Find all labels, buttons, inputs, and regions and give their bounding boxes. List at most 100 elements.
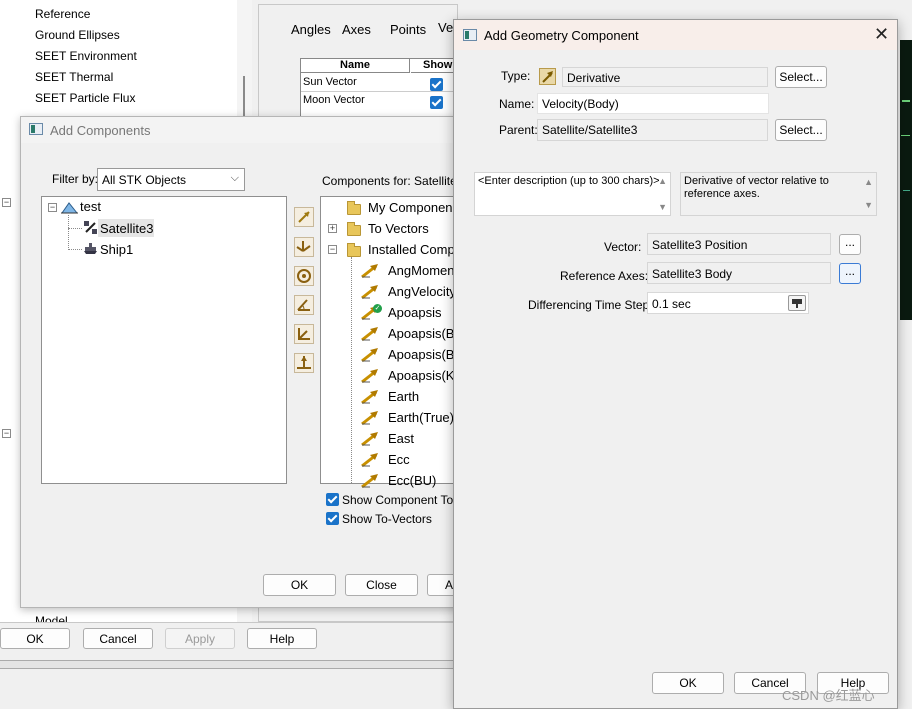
show-tooltips-label[interactable]: Show Component Tooltips (342, 493, 454, 507)
vector-list-item[interactable]: AngMomen (351, 262, 460, 281)
plane-filter-button[interactable] (294, 324, 314, 344)
bg-tree-item-4[interactable]: SEET Particle Flux (35, 91, 135, 105)
folder-to-vectors[interactable]: To Vectors (368, 221, 429, 236)
parent-label: Parent: (499, 123, 538, 137)
derivative-icon (539, 68, 556, 85)
description-placeholder: <Enter description (up to 300 chars)> (478, 175, 660, 187)
table-row[interactable]: Moon Vector (303, 94, 365, 106)
name-input[interactable]: Velocity(Body) (537, 93, 769, 114)
bg-tree-item-0[interactable]: Reference (35, 7, 90, 21)
vector-list-item[interactable]: East (351, 430, 460, 449)
tab-vectors[interactable]: Ve (438, 20, 453, 35)
scroll-up-icon[interactable]: ▲ (658, 176, 667, 186)
vector-list-item[interactable]: Apoapsis(K (351, 367, 460, 386)
vector-list-item[interactable]: AngVelocity (351, 283, 460, 302)
filter-select[interactable]: All STK Objects ⌵ (97, 168, 245, 191)
vector-icon (360, 368, 382, 384)
reference-axes-label: Reference Axes: (560, 269, 649, 283)
scroll-down-icon[interactable]: ▼ (864, 199, 873, 212)
bg-tree-item-1[interactable]: Ground Ellipses (35, 28, 120, 42)
angle-filter-button[interactable] (294, 295, 314, 315)
bg-cancel-button[interactable]: Cancel (83, 628, 153, 649)
vector-item-label: Apoapsis(B (388, 326, 455, 341)
ac-ok-button[interactable]: OK (263, 574, 336, 596)
description-input[interactable]: <Enter description (up to 300 chars)> ▲ … (474, 172, 671, 216)
show-checkbox[interactable] (430, 96, 443, 109)
table-row[interactable]: Sun Vector (303, 76, 357, 88)
axes-browse-button[interactable]: ... (839, 263, 861, 284)
col-name-header[interactable]: Name (301, 59, 410, 73)
ship-icon (83, 241, 98, 256)
watermark: CSDN @红蓝心 (782, 688, 875, 703)
folder-installed-components[interactable]: Installed Comp (368, 242, 455, 257)
bg-ok-button[interactable]: OK (0, 628, 70, 649)
type-field: Derivative (562, 67, 768, 87)
vector-list-item[interactable]: Apoapsis(B (351, 325, 460, 344)
geom-ok-button[interactable]: OK (652, 672, 724, 694)
scenario-icon (61, 201, 79, 214)
type-select-button[interactable]: Select... (775, 66, 827, 88)
vector-item-label: AngMomen (388, 263, 455, 278)
satellite-icon (83, 220, 98, 235)
vector-list-item[interactable]: ✓ Apoapsis (351, 304, 460, 323)
add-components-title: Add Components (50, 123, 151, 138)
bg-tree-item-3[interactable]: SEET Thermal (35, 70, 113, 84)
tree-item-satellite3[interactable]: Satellite3 (100, 221, 153, 236)
expand-icon[interactable]: + (328, 224, 337, 233)
vector-item-label: Apoapsis(K (388, 368, 455, 383)
time-step-input[interactable]: 0.1 sec (647, 292, 809, 314)
bg-apply-button[interactable]: Apply (165, 628, 235, 649)
description-info: Derivative of vector relative to referen… (680, 172, 877, 216)
folder-my-components[interactable]: My Componen (368, 200, 453, 215)
bg-expand-icon[interactable]: − (2, 198, 11, 207)
tree-root-label[interactable]: test (80, 199, 101, 214)
bg-tree-item-2[interactable]: SEET Environment (35, 49, 137, 63)
vector-browse-button[interactable]: ... (839, 234, 861, 255)
unit-picker-icon[interactable] (788, 295, 806, 311)
tab-points[interactable]: Points (390, 22, 426, 37)
bg-map-strip (900, 40, 912, 320)
close-icon[interactable]: ✕ (874, 24, 889, 45)
vector-item-label: Earth (388, 389, 420, 404)
add-components-titlebar[interactable]: Add Components (21, 117, 459, 143)
scroll-up-icon[interactable]: ▲ (864, 176, 873, 189)
scroll-down-icon[interactable]: ▼ (658, 202, 667, 212)
show-tovectors-checkbox[interactable] (326, 512, 339, 525)
vector-list-item[interactable]: Ecc (351, 451, 460, 470)
vector-item-label: Apoapsis(B (388, 347, 455, 362)
vector-list-item[interactable]: Ecc(BU) (351, 472, 460, 491)
vector-item-label: Earth(True) (388, 410, 454, 425)
folder-icon (347, 243, 361, 257)
vector-list-item[interactable]: Earth(True) (351, 409, 460, 428)
parent-select-button[interactable]: Select... (775, 119, 827, 141)
tab-axes[interactable]: Axes (342, 22, 371, 37)
ac-close-button[interactable]: Close (345, 574, 418, 596)
vector-icon: ✓ (360, 304, 382, 321)
vector-item-label: Apoapsis (388, 305, 442, 320)
vector-icon (360, 410, 382, 426)
geometry-titlebar[interactable]: Add Geometry Component ✕ (454, 20, 897, 50)
point-filter-button[interactable] (294, 266, 314, 286)
show-tooltips-checkbox[interactable] (326, 493, 339, 506)
object-tree[interactable] (41, 196, 287, 484)
vector-list-item[interactable]: Earth (351, 388, 460, 407)
vector-filter-button[interactable] (294, 207, 314, 227)
vector-field: Satellite3 Position (647, 233, 831, 255)
system-filter-button[interactable] (294, 353, 314, 373)
bg-expand-icon[interactable]: − (2, 429, 11, 438)
vector-list-item[interactable]: Apoapsis(B (351, 346, 460, 365)
bg-help-button[interactable]: Help (247, 628, 317, 649)
parent-field: Satellite/Satellite3 (537, 119, 768, 141)
collapse-icon[interactable]: − (328, 245, 337, 254)
tab-angles[interactable]: Angles (291, 22, 331, 37)
tree-collapse-icon[interactable]: − (48, 203, 57, 212)
show-tovectors-label[interactable]: Show To-Vectors (342, 512, 432, 526)
tree-item-ship1[interactable]: Ship1 (100, 242, 133, 257)
axes-filter-button[interactable] (294, 237, 314, 257)
bg-status-strip (0, 660, 460, 669)
show-checkbox[interactable] (430, 78, 443, 91)
col-show-header[interactable]: Show (411, 59, 456, 73)
vector-label: Vector: (604, 240, 642, 254)
vector-icon (360, 284, 382, 300)
vector-icon (360, 326, 382, 342)
